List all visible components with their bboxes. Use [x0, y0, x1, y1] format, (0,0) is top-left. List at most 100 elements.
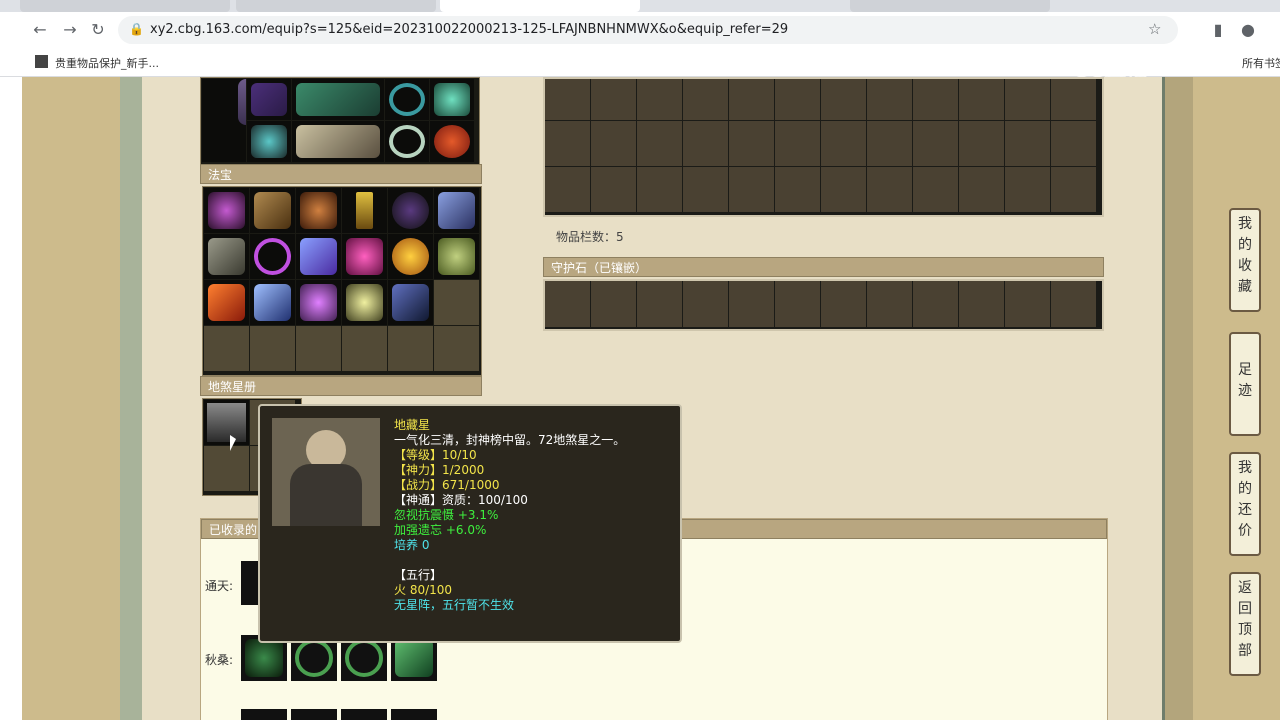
- fabao-empty-slot[interactable]: [250, 326, 295, 371]
- fabao-empty-slot[interactable]: [434, 280, 479, 325]
- fabao-slot[interactable]: [250, 280, 295, 325]
- fabao-slot[interactable]: [204, 188, 249, 233]
- fabao-slot[interactable]: [388, 188, 433, 233]
- collected-item[interactable]: [391, 709, 437, 720]
- equip-slot[interactable]: [247, 121, 291, 162]
- inventory-slot[interactable]: [637, 121, 682, 166]
- inventory-slot[interactable]: [1005, 167, 1050, 212]
- fabao-slot[interactable]: [204, 280, 249, 325]
- fabao-slot[interactable]: [342, 280, 387, 325]
- equip-slot[interactable]: [430, 121, 474, 162]
- fabao-empty-slot[interactable]: [388, 326, 433, 371]
- guard-stone-slot[interactable]: [867, 281, 912, 327]
- inventory-slot[interactable]: [545, 79, 590, 120]
- inventory-slot[interactable]: [821, 167, 866, 212]
- inventory-slot[interactable]: [959, 167, 1004, 212]
- fabao-slot[interactable]: [204, 234, 249, 279]
- guard-stone-slot[interactable]: [821, 281, 866, 327]
- inventory-slot[interactable]: [959, 79, 1004, 120]
- sidepanel-icon[interactable]: ▮: [1206, 18, 1230, 42]
- inventory-slot[interactable]: [775, 79, 820, 120]
- fabao-slot[interactable]: [250, 234, 295, 279]
- guard-stone-slot[interactable]: [729, 281, 774, 327]
- back-icon[interactable]: ←: [28, 18, 52, 42]
- fabao-slot[interactable]: [434, 188, 479, 233]
- inventory-slot[interactable]: [1005, 121, 1050, 166]
- inventory-slot[interactable]: [775, 167, 820, 212]
- inventory-slot[interactable]: [867, 121, 912, 166]
- guard-stone-slot[interactable]: [775, 281, 820, 327]
- collected-item[interactable]: [341, 709, 387, 720]
- footprint-button[interactable]: 足迹: [1229, 332, 1261, 436]
- inventory-slot[interactable]: [775, 121, 820, 166]
- inventory-slot[interactable]: [913, 79, 958, 120]
- inventory-slot[interactable]: [867, 167, 912, 212]
- browser-tab[interactable]: [20, 0, 230, 12]
- fabao-slot[interactable]: [250, 188, 295, 233]
- inventory-slot[interactable]: [867, 79, 912, 120]
- inventory-slot[interactable]: [545, 167, 590, 212]
- guard-stone-slot[interactable]: [683, 281, 728, 327]
- inventory-slot[interactable]: [637, 79, 682, 120]
- collected-item[interactable]: [241, 709, 287, 720]
- inventory-slot[interactable]: [637, 167, 682, 212]
- equip-slot[interactable]: [292, 121, 384, 162]
- equip-slot[interactable]: [385, 121, 429, 162]
- inventory-slot[interactable]: [1051, 79, 1096, 120]
- inventory-slot[interactable]: [913, 121, 958, 166]
- profile-icon[interactable]: ●: [1236, 18, 1260, 42]
- inventory-slot[interactable]: [821, 79, 866, 120]
- forward-icon[interactable]: →: [58, 18, 82, 42]
- equip-slot[interactable]: [292, 79, 384, 120]
- guard-stone-slot[interactable]: [637, 281, 682, 327]
- inventory-slot[interactable]: [729, 79, 774, 120]
- fabao-empty-slot[interactable]: [204, 326, 249, 371]
- browser-tab[interactable]: [236, 0, 436, 12]
- fabao-slot[interactable]: [296, 234, 341, 279]
- my-favorites-button[interactable]: 我的收藏: [1229, 208, 1261, 312]
- inventory-slot[interactable]: [1051, 121, 1096, 166]
- inventory-slot[interactable]: [913, 167, 958, 212]
- guard-stone-slot[interactable]: [591, 281, 636, 327]
- reload-icon[interactable]: ↻: [86, 18, 110, 42]
- fabao-slot[interactable]: [434, 234, 479, 279]
- guard-stone-slot[interactable]: [1005, 281, 1050, 327]
- fabao-slot[interactable]: [388, 280, 433, 325]
- inventory-slot[interactable]: [1005, 79, 1050, 120]
- inventory-slot[interactable]: [591, 79, 636, 120]
- fabao-empty-slot[interactable]: [434, 326, 479, 371]
- inventory-slot[interactable]: [545, 121, 590, 166]
- inventory-slot[interactable]: [591, 121, 636, 166]
- inventory-slot[interactable]: [729, 167, 774, 212]
- guard-stone-slot[interactable]: [1051, 281, 1096, 327]
- fabao-empty-slot[interactable]: [296, 326, 341, 371]
- inventory-slot[interactable]: [683, 167, 728, 212]
- inventory-slot[interactable]: [729, 121, 774, 166]
- my-counteroffer-button[interactable]: 我的还价: [1229, 452, 1261, 556]
- address-bar[interactable]: 🔒 xy2.cbg.163.com/equip?s=125&eid=202310…: [118, 16, 1178, 44]
- inventory-slot[interactable]: [591, 167, 636, 212]
- fabao-slot[interactable]: [342, 188, 387, 233]
- inventory-slot[interactable]: [683, 121, 728, 166]
- bookmark-item[interactable]: 贵重物品保护_新手...: [55, 55, 159, 71]
- equip-slot[interactable]: [430, 79, 474, 120]
- fabao-slot[interactable]: [342, 234, 387, 279]
- browser-tab-active[interactable]: [440, 0, 640, 12]
- collected-item[interactable]: [291, 709, 337, 720]
- fabao-empty-slot[interactable]: [342, 326, 387, 371]
- back-to-top-button[interactable]: 返回顶部: [1229, 572, 1261, 676]
- fabao-slot[interactable]: [296, 188, 341, 233]
- guard-stone-slot[interactable]: [959, 281, 1004, 327]
- all-bookmarks[interactable]: 所有书签: [1242, 55, 1280, 71]
- star-empty-slot[interactable]: [204, 446, 249, 491]
- inventory-slot[interactable]: [1051, 167, 1096, 212]
- fabao-slot[interactable]: [296, 280, 341, 325]
- guard-stone-slot[interactable]: [913, 281, 958, 327]
- equip-slot[interactable]: [385, 79, 429, 120]
- inventory-slot[interactable]: [683, 79, 728, 120]
- equip-slot[interactable]: [247, 79, 291, 120]
- browser-tab[interactable]: [850, 0, 1050, 12]
- inventory-slot[interactable]: [821, 121, 866, 166]
- bookmark-star-icon[interactable]: ☆: [1148, 20, 1161, 38]
- guard-stone-slot[interactable]: [545, 281, 590, 327]
